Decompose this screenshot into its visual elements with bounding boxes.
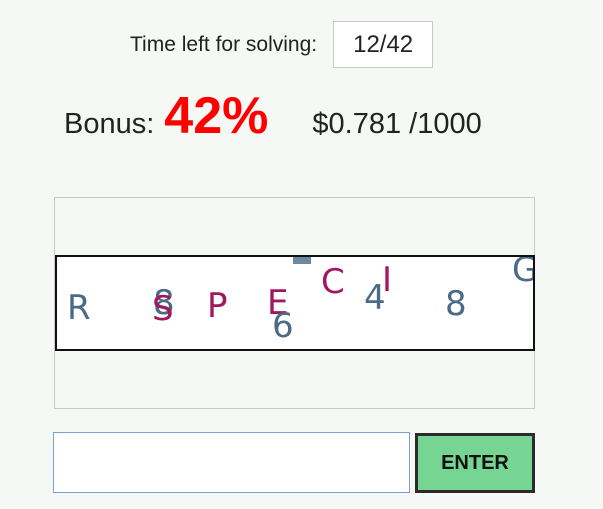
- bonus-value: 42%: [164, 87, 269, 145]
- captcha-glyph: S: [152, 289, 174, 329]
- captcha-glyphs: R 8 S P E 6 C 4 I 8 G: [67, 257, 533, 346]
- captcha-glyph: C: [321, 262, 345, 302]
- bonus-row: Bonus: 42% $0.781 /1000: [64, 86, 482, 146]
- captcha-image: R 8 S P E 6 C 4 I 8 G: [55, 255, 535, 351]
- captcha-glyph: P: [207, 286, 228, 326]
- captcha-glyph: 6: [272, 306, 294, 346]
- bonus-label: Bonus:: [64, 108, 155, 140]
- captcha-glyph: G: [512, 257, 533, 290]
- timer-label: Time left for solving:: [130, 32, 318, 56]
- captcha-solver-page: Time left for solving: 12/42 Bonus: 42% …: [0, 0, 603, 509]
- earnings-rate: $0.781 /1000: [312, 108, 482, 140]
- enter-button[interactable]: ENTER: [415, 433, 535, 493]
- captcha-frame: R 8 S P E 6 C 4 I 8 G: [54, 197, 535, 409]
- captcha-glyph: 8: [445, 284, 467, 324]
- timer-counter: 12/42: [333, 21, 434, 68]
- captcha-glyph: I: [382, 260, 392, 300]
- captcha-fragment: [293, 257, 311, 264]
- captcha-answer-input[interactable]: [53, 432, 410, 493]
- captcha-glyph: R: [67, 288, 91, 328]
- timer-row: Time left for solving: 12/42: [130, 21, 434, 68]
